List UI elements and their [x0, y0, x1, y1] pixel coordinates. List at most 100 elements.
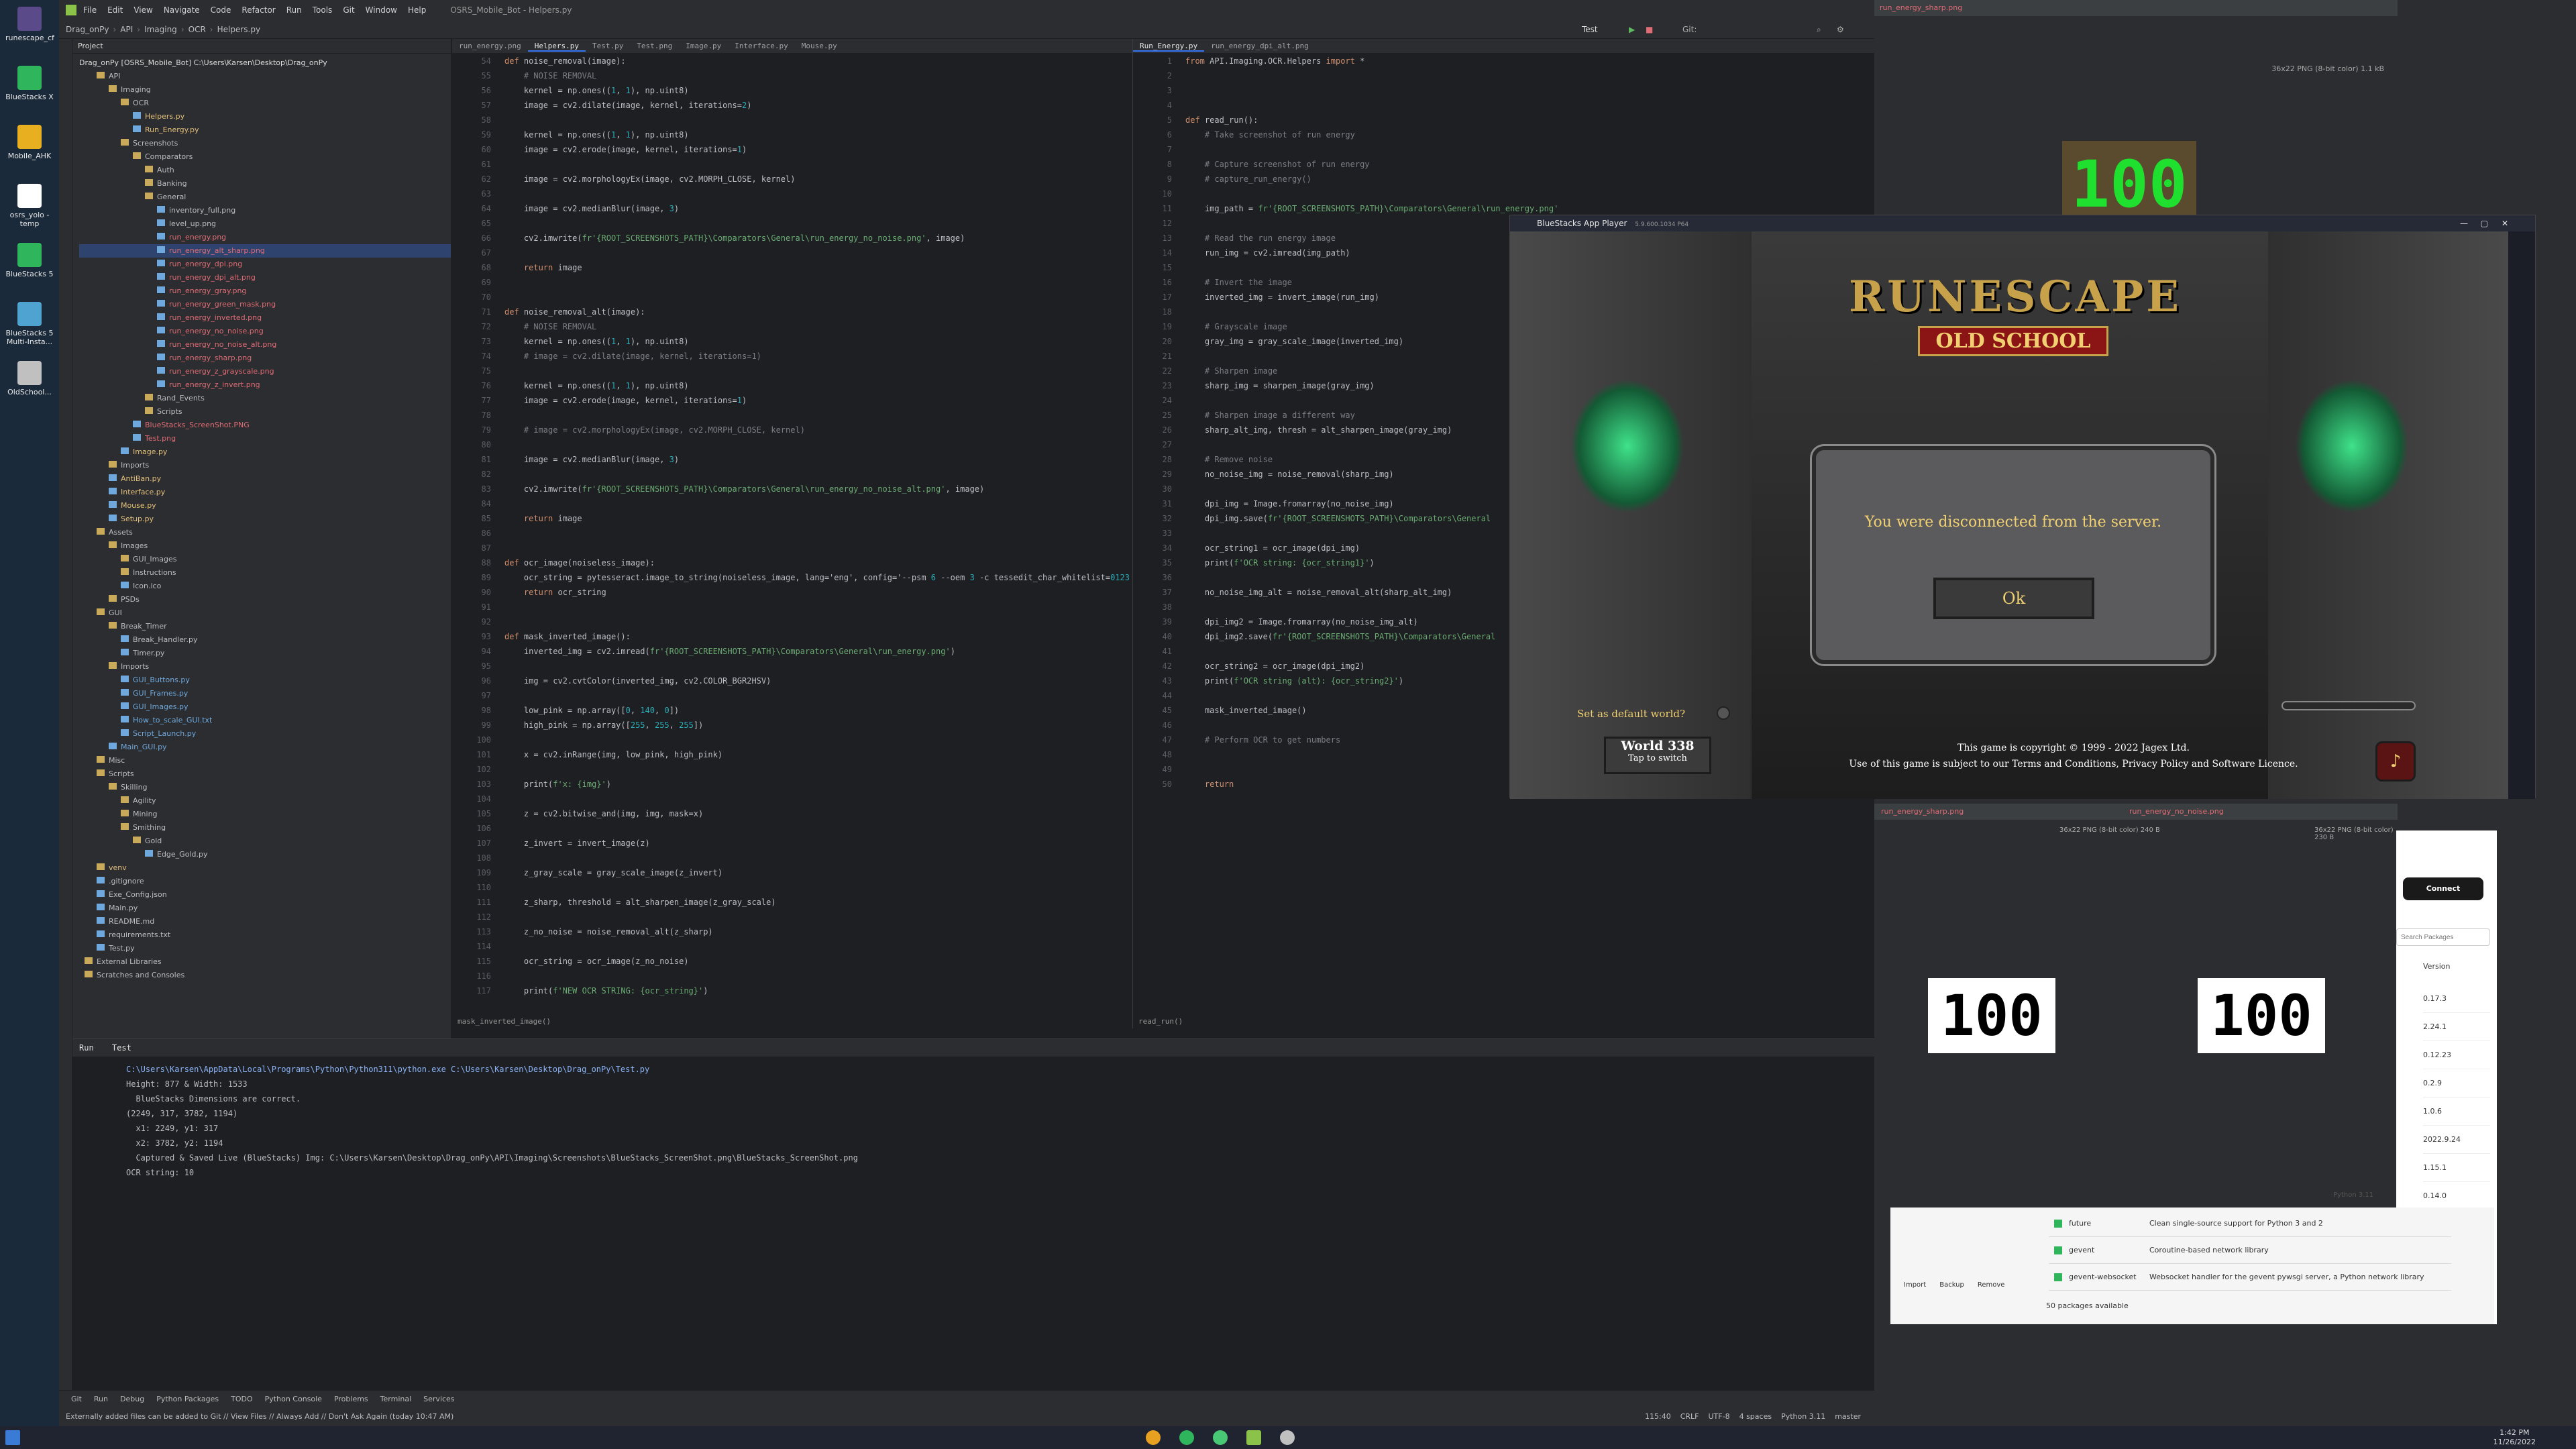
status-item[interactable]: CRLF [1680, 1412, 1699, 1421]
code-line[interactable]: ocr_string = ocr_image(z_no_noise) [504, 954, 1190, 969]
breadcrumb-item[interactable]: OCR [189, 25, 206, 34]
code-line[interactable] [504, 969, 1190, 983]
maximize-icon[interactable]: ▢ [2481, 215, 2488, 231]
code-line[interactable] [504, 939, 1190, 954]
tree-item[interactable]: API [79, 70, 451, 83]
code-line[interactable]: image = cv2.dilate(image, kernel, iterat… [504, 98, 1190, 113]
package-checkbox-icon[interactable] [2054, 1246, 2062, 1254]
code-line[interactable]: img = cv2.cvtColor(inverted_img, cv2.COL… [504, 674, 1190, 688]
desktop-shortcut[interactable]: BlueStacks 5 Multi-Insta... [5, 302, 54, 346]
tree-item[interactable]: Edge_Gold.py [79, 848, 451, 861]
tree-item[interactable]: Imports [79, 459, 451, 472]
desktop-shortcut[interactable]: runescape_cf [5, 7, 54, 42]
code-line[interactable] [504, 541, 1190, 555]
osrs-taskbar-icon[interactable] [1280, 1430, 1295, 1445]
code-line[interactable]: def read_run(): [1185, 113, 1874, 127]
code-line[interactable] [504, 659, 1190, 674]
breadcrumb-item[interactable]: API [120, 25, 133, 34]
tree-item[interactable]: Mouse.py [79, 499, 451, 513]
editor-tab[interactable]: Run_Energy.py [1133, 42, 1205, 52]
code-line[interactable] [504, 113, 1190, 127]
menu-item[interactable]: File [83, 5, 97, 15]
code-line[interactable]: # image = cv2.dilate(image, kernel, iter… [504, 349, 1190, 364]
tool-window-tab[interactable]: Services [423, 1395, 454, 1403]
code-line[interactable]: img_path = fr'{ROOT_SCREENSHOTS_PATH}\Co… [1185, 201, 1874, 216]
tool-window-tab[interactable]: Run [94, 1395, 108, 1403]
tree-item[interactable]: External Libraries [79, 955, 451, 969]
tree-item[interactable]: Banking [79, 177, 451, 191]
app-logo-icon[interactable] [66, 5, 76, 15]
code-line[interactable] [504, 733, 1190, 747]
tree-item[interactable]: Test.py [79, 942, 451, 955]
code-line[interactable]: image = cv2.erode(image, kernel, iterati… [504, 393, 1190, 408]
menu-item[interactable]: Refactor [241, 5, 275, 15]
game-screen[interactable]: RUNESCAPE OLD SCHOOL You were disconnect… [1510, 231, 2510, 799]
music-toggle-icon[interactable]: ♪ [2375, 741, 2416, 782]
tree-item[interactable]: run_energy_z_grayscale.png [79, 365, 451, 378]
code-line[interactable] [504, 880, 1190, 895]
code-line[interactable]: kernel = np.ones((1, 1), np.uint8) [504, 378, 1190, 393]
tree-item[interactable]: Misc [79, 754, 451, 767]
code-line[interactable]: ocr_string = pytesseract.image_to_string… [504, 570, 1190, 585]
tool-window-tab[interactable]: Debug [120, 1395, 144, 1403]
editor-tab[interactable]: Test.py [586, 42, 630, 50]
editor-tab[interactable]: run_energy.png [452, 42, 528, 50]
code-line[interactable]: print(f'x: {img}') [504, 777, 1190, 792]
run-icon[interactable]: ▶ [1629, 20, 1635, 39]
tool-window-tab[interactable]: Terminal [380, 1395, 412, 1403]
menu-item[interactable]: Tools [313, 5, 333, 15]
code-line[interactable]: # capture_run_energy() [1185, 172, 1874, 186]
tree-item[interactable]: Timer.py [79, 647, 451, 660]
code-line[interactable] [504, 437, 1190, 452]
code-line[interactable] [504, 186, 1190, 201]
package-row[interactable]: gevent Coroutine-based network library [2049, 1237, 2451, 1264]
tree-item[interactable]: Scripts [79, 767, 451, 781]
code-line[interactable] [504, 614, 1190, 629]
chrome-icon[interactable] [1146, 1430, 1161, 1445]
tree-item[interactable]: .gitignore [79, 875, 451, 888]
gear-icon[interactable]: ⚙ [1837, 20, 1844, 39]
tree-item[interactable]: Icon.ico [79, 580, 451, 593]
code-line[interactable]: kernel = np.ones((1, 1), np.uint8) [504, 127, 1190, 142]
desktop-shortcut[interactable]: BlueStacks X [5, 66, 54, 101]
app-icon[interactable] [1213, 1430, 1228, 1445]
tree-item[interactable]: Images [79, 539, 451, 553]
code-line[interactable]: # Capture screenshot of run energy [1185, 157, 1874, 172]
code-line[interactable]: low_pink = np.array([0, 140, 0]) [504, 703, 1190, 718]
package-action-button[interactable]: Remove [1978, 1281, 2005, 1289]
code-line[interactable]: return image [504, 260, 1190, 275]
tree-item[interactable]: Exe_Config.json [79, 888, 451, 902]
tree-item[interactable]: venv [79, 861, 451, 875]
tree-item[interactable]: inventory_full.png [79, 204, 451, 217]
menu-item[interactable]: Run [286, 5, 302, 15]
code-line[interactable] [504, 467, 1190, 482]
code-line[interactable]: z = cv2.bitwise_and(img, img, mask=x) [504, 806, 1190, 821]
breadcrumb-item[interactable]: Imaging [144, 25, 177, 34]
package-search-input[interactable] [2396, 928, 2490, 946]
code-line[interactable] [504, 216, 1190, 231]
tree-item[interactable]: Break_Timer [79, 620, 451, 633]
tree-item[interactable]: level_up.png [79, 217, 451, 231]
tool-window-tab[interactable]: Git [71, 1395, 82, 1403]
editor-left[interactable]: run_energy.png Helpers.py Test.py Test.png I… [452, 39, 1190, 1028]
code-line[interactable]: image = cv2.medianBlur(image, 3) [504, 201, 1190, 216]
tree-item[interactable]: run_energy_inverted.png [79, 311, 451, 325]
tree-item[interactable]: run_energy_no_noise_alt.png [79, 338, 451, 352]
volume-slider[interactable] [2282, 701, 2416, 710]
status-item[interactable]: 4 spaces [1739, 1412, 1772, 1421]
code-line[interactable]: z_gray_scale = gray_scale_image(z_invert… [504, 865, 1190, 880]
code-line[interactable]: # NOISE REMOVAL [504, 319, 1190, 334]
tree-item[interactable]: Scratches and Consoles [79, 969, 451, 982]
run-config-tab[interactable]: Test [112, 1043, 131, 1053]
tree-item[interactable]: Skilling [79, 781, 451, 794]
tree-item[interactable]: Run_Energy.py [79, 123, 451, 137]
image-tab-a[interactable]: run_energy_sharp.png [1874, 807, 1964, 816]
status-item[interactable]: Python 3.11 [1781, 1412, 1825, 1421]
editor-tab[interactable]: Interface.py [728, 42, 794, 50]
code-line[interactable]: print(f'NEW OCR STRING: {ocr_string}') [504, 983, 1190, 998]
tree-item[interactable]: General [79, 191, 451, 204]
code-line[interactable]: image = cv2.morphologyEx(image, cv2.MORP… [504, 172, 1190, 186]
code-line[interactable] [504, 792, 1190, 806]
desktop-shortcut[interactable]: Mobile_AHK [5, 125, 54, 160]
package-row[interactable]: future Clean single-source support for Py… [2049, 1210, 2451, 1237]
